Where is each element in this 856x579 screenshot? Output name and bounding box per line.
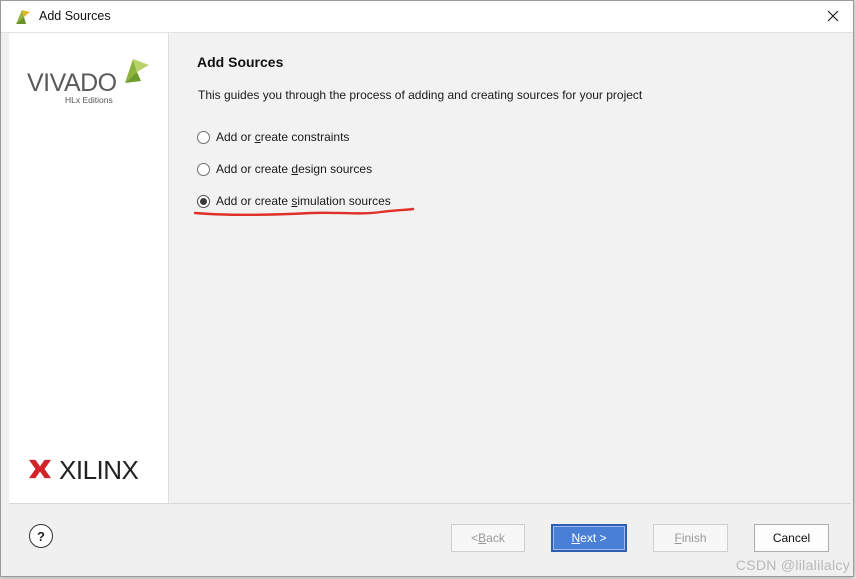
xilinx-mark-icon [29,459,51,479]
xilinx-wordmark: XILINX [59,455,139,485]
help-button[interactable]: ? [29,524,53,548]
window-title: Add Sources [39,9,111,23]
finish-button[interactable]: Finish [653,524,728,552]
vivado-logo: VIVADO HLx Editions [27,55,157,107]
radio-simulation-sources[interactable] [197,194,210,208]
page-title: Add Sources [197,54,284,70]
radio-design-sources[interactable] [197,162,210,176]
add-sources-dialog: Add Sources VIVADO HLx Editions XILINX A… [0,0,854,577]
dialog-footer: ? < Back Next > Finish Cancel [9,503,851,576]
option-simulation-sources[interactable]: Add or create simulation sources [197,191,391,211]
back-button[interactable]: < Back [451,524,525,552]
option-constraints[interactable]: Add or create constraints [197,127,349,147]
branding-panel: VIVADO HLx Editions XILINX [9,33,169,503]
option-label: Add or create design sources [216,162,373,176]
vivado-leaf-icon [16,10,30,24]
vivado-leaf-icon [125,59,149,83]
main-content: Add Sources This guides you through the … [169,33,851,503]
xilinx-logo: XILINX [29,455,157,485]
radio-constraints[interactable] [197,130,210,144]
title-bar: Add Sources [1,1,853,33]
next-button[interactable]: Next > [551,524,627,552]
close-button[interactable] [821,5,845,27]
edition-label: HLx Editions [65,95,113,105]
cancel-button[interactable]: Cancel [754,524,829,552]
watermark: CSDN @lilalilalcy [735,557,850,573]
option-label: Add or create constraints [216,130,350,144]
page-description: This guides you through the process of a… [198,88,643,102]
vivado-wordmark: VIVADO [27,69,117,97]
option-design-sources[interactable]: Add or create design sources [197,159,372,179]
option-label: Add or create simulation sources [216,194,391,208]
close-icon [827,10,839,22]
